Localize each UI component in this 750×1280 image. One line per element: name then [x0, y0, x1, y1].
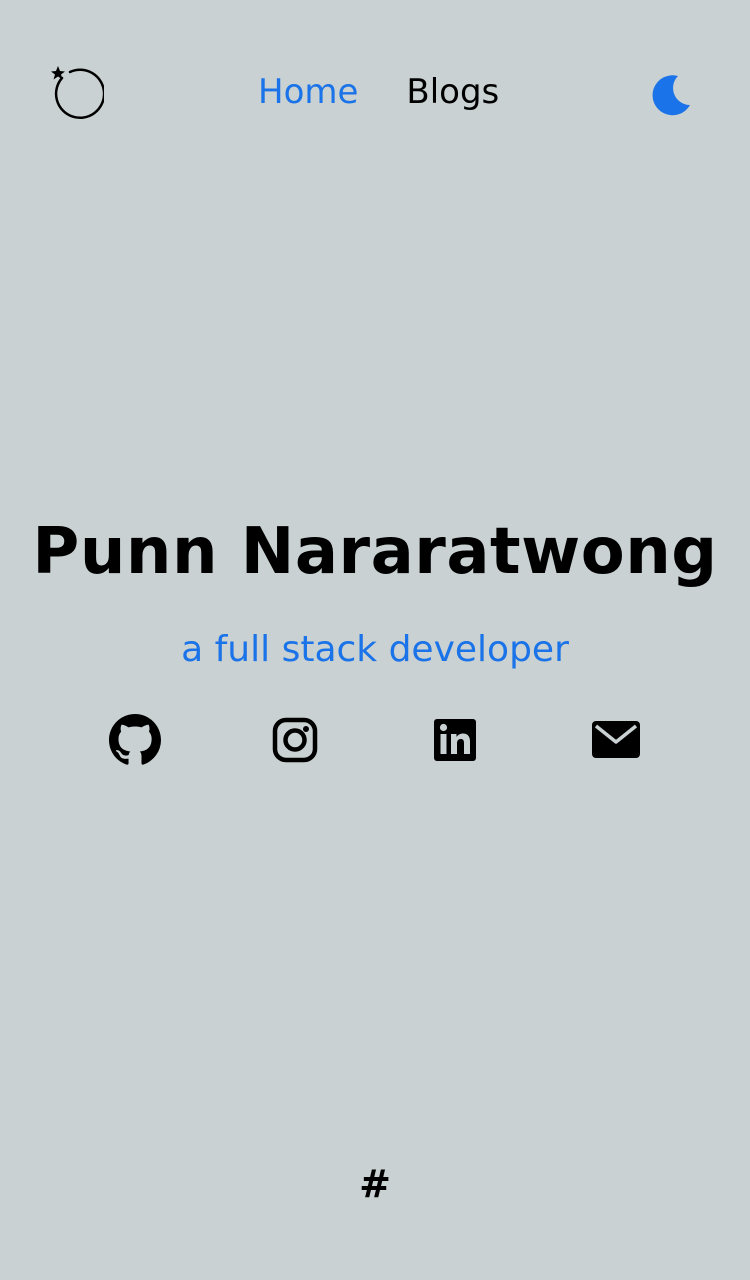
hero-name-heading: Punn Nararatwong	[32, 515, 718, 589]
social-links	[0, 714, 750, 766]
main-nav: Home Blogs	[258, 70, 499, 114]
github-icon	[109, 714, 161, 765]
linkedin-icon	[434, 719, 476, 761]
instagram-icon	[272, 717, 318, 763]
footer-hash-mark: #	[359, 1162, 391, 1206]
email-link[interactable]	[590, 714, 642, 766]
theme-toggle-button[interactable]	[648, 72, 694, 118]
hero-tagline: a full stack developer	[181, 629, 569, 670]
instagram-link[interactable]	[269, 714, 321, 766]
circle-arrow-star-logo-icon	[51, 66, 106, 119]
nav-home-link[interactable]: Home	[258, 70, 358, 114]
moon-icon	[652, 75, 690, 116]
email-icon	[592, 721, 640, 758]
github-link[interactable]	[109, 714, 161, 766]
linkedin-link[interactable]	[429, 714, 481, 766]
nav-blogs-link[interactable]: Blogs	[406, 70, 499, 114]
home-logo-link[interactable]	[48, 64, 106, 120]
